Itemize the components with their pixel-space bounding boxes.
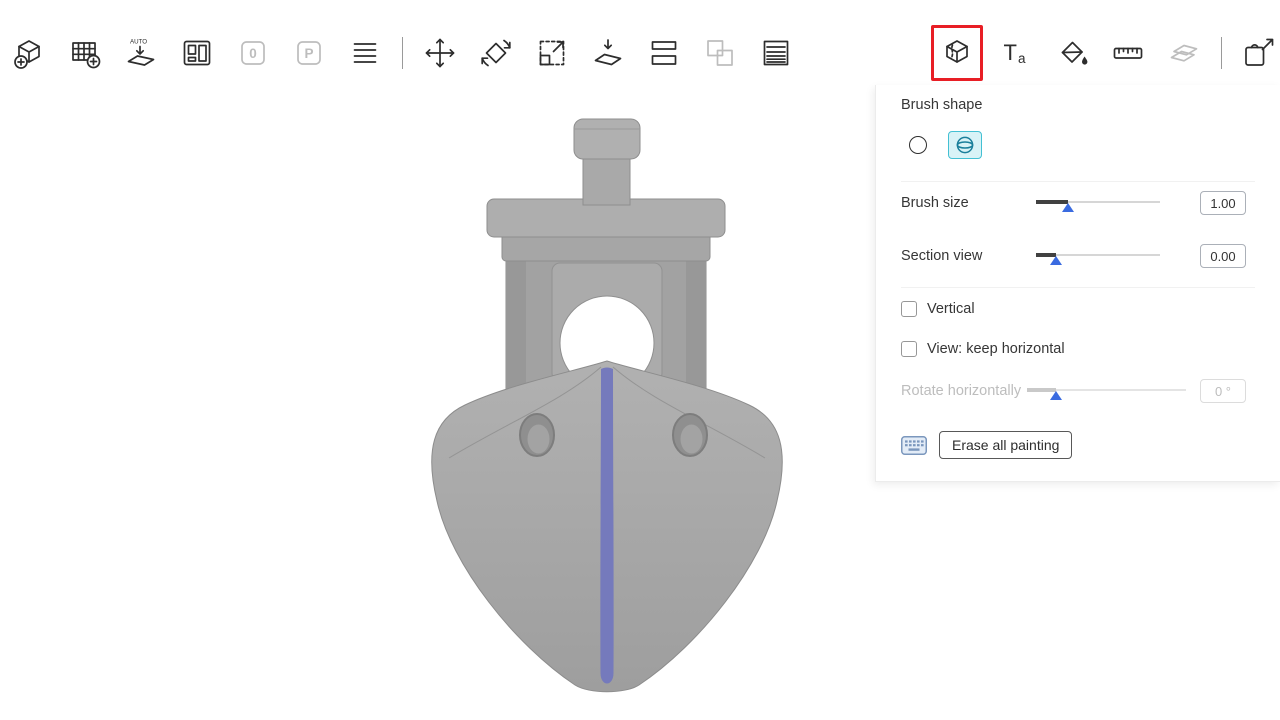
benchy-chimney [574, 119, 640, 205]
plate-prev-button[interactable]: 0 [232, 30, 274, 76]
keep-horizontal-checkbox[interactable] [901, 341, 917, 357]
add-plate-icon [67, 35, 103, 71]
toolbar-separator [402, 37, 403, 69]
rotate-button[interactable] [475, 30, 517, 76]
text-tool-icon: T a [998, 35, 1034, 71]
split-to-objects-icon [646, 35, 682, 71]
erase-all-painting-button[interactable]: Erase all painting [939, 431, 1072, 459]
split-to-objects-button[interactable] [643, 30, 685, 76]
rotate-horizontally-value[interactable]: 0 ° [1200, 379, 1246, 403]
vertical-label: Vertical [927, 301, 975, 317]
object-list-button[interactable] [344, 30, 386, 76]
move-icon [422, 35, 458, 71]
erase-row: Erase all painting [901, 431, 1246, 459]
plate-0-icon: 0 [235, 35, 271, 71]
text-tool-button[interactable]: T a [995, 30, 1037, 76]
vertical-checkbox[interactable] [901, 301, 917, 317]
keep-horizontal-row: View: keep horizontal [901, 341, 1246, 357]
svg-text:a: a [1018, 51, 1026, 66]
add-object-icon [11, 35, 47, 71]
plate-p-icon: P [291, 35, 327, 71]
measure-button[interactable] [1107, 30, 1149, 76]
object-list-icon [347, 35, 383, 71]
brush-shape-row: Brush shape [901, 97, 1246, 113]
brush-size-slider[interactable] [1036, 195, 1160, 211]
plugins-icon [1241, 35, 1277, 71]
circle-brush-icon [909, 136, 927, 154]
benchy-model-viewport[interactable] [377, 113, 837, 705]
brush-size-row: Brush size 1.00 [901, 191, 1246, 215]
section-view-slider[interactable] [1036, 248, 1160, 264]
toolbar-separator [1221, 37, 1222, 69]
slider-thumb[interactable] [1062, 203, 1074, 212]
benchy-roof [487, 199, 725, 261]
auto-orient-icon: AUTO [123, 35, 159, 71]
assembly-icon [1166, 35, 1202, 71]
svg-text:0: 0 [249, 46, 257, 61]
rotate-horizontally-row: Rotate horizontally 0 ° [901, 379, 1246, 403]
brush-shape-sphere-option[interactable] [948, 131, 982, 159]
rotate-icon [478, 35, 514, 71]
brush-size-value[interactable]: 1.00 [1200, 191, 1246, 215]
active-tool-highlight [931, 25, 983, 81]
rotate-horizontally-label: Rotate horizontally [901, 383, 1021, 399]
brush-shape-circle-option[interactable] [901, 131, 935, 159]
place-on-face-button[interactable] [587, 30, 629, 76]
arrange-button[interactable] [176, 30, 218, 76]
section-view-value[interactable]: 0.00 [1200, 244, 1246, 268]
arrange-icon [179, 35, 215, 71]
svg-text:AUTO: AUTO [130, 39, 147, 46]
keep-horizontal-label: View: keep horizontal [927, 341, 1065, 357]
brush-shape-options [901, 131, 1246, 159]
move-button[interactable] [419, 30, 461, 76]
variable-layer-height-button[interactable] [755, 30, 797, 76]
measure-icon [1110, 35, 1146, 71]
brush-size-label: Brush size [901, 195, 1036, 211]
section-view-label: Section view [901, 248, 1036, 264]
svg-text:P: P [304, 46, 313, 61]
color-painting-icon [1054, 35, 1090, 71]
rotate-horizontally-slider[interactable] [1027, 383, 1186, 399]
scale-button[interactable] [531, 30, 573, 76]
slider-thumb[interactable] [1050, 391, 1062, 400]
variable-layer-height-icon [758, 35, 794, 71]
place-on-face-icon [590, 35, 626, 71]
color-painting-button[interactable] [1051, 30, 1093, 76]
slider-thumb[interactable] [1050, 256, 1062, 265]
vertical-row: Vertical [901, 301, 1246, 317]
panel-divider [901, 287, 1255, 288]
add-plate-button[interactable] [64, 30, 106, 76]
seam-painting-icon [939, 35, 975, 71]
brush-shape-label: Brush shape [901, 97, 982, 113]
seam-painting-panel: Brush shape Brush size 1.00 Section view [875, 85, 1280, 482]
seam-painting-button[interactable] [936, 30, 978, 76]
plugins-button[interactable] [1238, 30, 1280, 76]
seam-stripe [600, 368, 613, 684]
main-toolbar: AUTO 0 P [0, 26, 1280, 80]
svg-text:T: T [1004, 40, 1017, 65]
auto-orient-button[interactable]: AUTO [120, 30, 162, 76]
assembly-button[interactable] [1163, 30, 1205, 76]
split-to-parts-icon [702, 35, 738, 71]
keyboard-shortcut-icon[interactable] [901, 436, 927, 455]
panel-divider [901, 181, 1255, 182]
section-view-row: Section view 0.00 [901, 244, 1246, 268]
add-object-button[interactable] [8, 30, 50, 76]
plate-next-button[interactable]: P [288, 30, 330, 76]
split-to-parts-button[interactable] [699, 30, 741, 76]
sphere-brush-icon [955, 135, 975, 155]
scale-icon [534, 35, 570, 71]
